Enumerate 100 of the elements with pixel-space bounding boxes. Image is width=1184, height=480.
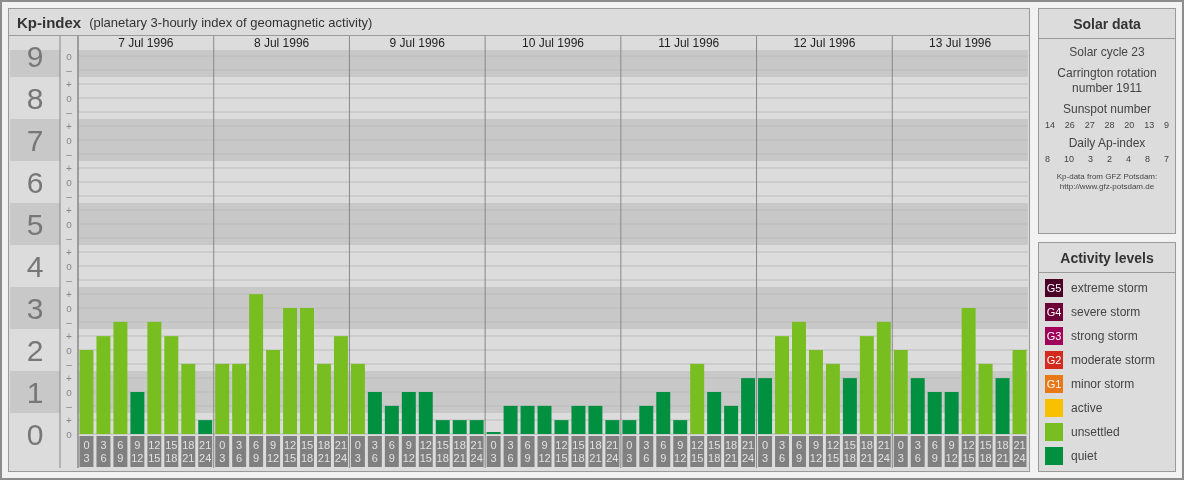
x-tick-label: 0 3 bbox=[490, 439, 497, 464]
hour-label: 9 12 bbox=[944, 436, 959, 467]
hour-label: 0 3 bbox=[622, 436, 637, 467]
y-tick-label: 8 bbox=[26, 82, 44, 115]
minor-tick-label: – bbox=[66, 190, 72, 202]
minor-tick-label: + bbox=[66, 78, 72, 90]
hour-label: 12 15 bbox=[554, 436, 569, 467]
hour-label: 0 3 bbox=[79, 436, 94, 467]
panel-title: Kp-index bbox=[17, 13, 82, 31]
sunspot-value: 13 bbox=[1144, 120, 1155, 130]
date-label: 12 Jul 1996 bbox=[793, 36, 856, 50]
hour-label: 12 15 bbox=[961, 436, 976, 467]
minor-tick-label: o bbox=[66, 386, 72, 398]
date-label: 7 Jul 1996 bbox=[118, 36, 174, 50]
hour-label: 9 12 bbox=[401, 436, 416, 467]
x-tick-label: 6 9 bbox=[253, 439, 260, 464]
hour-label: 21 24 bbox=[876, 436, 891, 467]
hour-label: 3 6 bbox=[232, 436, 247, 467]
minor-tick-label: – bbox=[66, 106, 72, 118]
hour-label: 0 3 bbox=[486, 436, 501, 467]
hour-label: 9 12 bbox=[266, 436, 281, 467]
hour-label: 3 6 bbox=[367, 436, 382, 467]
hour-label: 12 15 bbox=[690, 436, 705, 467]
hour-label: 0 3 bbox=[758, 436, 773, 467]
scale-stripe bbox=[10, 287, 60, 329]
hour-label: 15 18 bbox=[707, 436, 722, 467]
minor-tick-label: + bbox=[66, 120, 72, 132]
x-tick-label: 3 6 bbox=[371, 439, 378, 464]
y-tick-label: 2 bbox=[26, 334, 44, 367]
minor-tick-label: o bbox=[66, 302, 72, 314]
minor-tick-label: + bbox=[66, 162, 72, 174]
hour-label: 21 24 bbox=[741, 436, 756, 467]
hour-label: 9 12 bbox=[537, 436, 552, 467]
y-tick-label: 1 bbox=[26, 376, 44, 409]
x-tick-label: 6 9 bbox=[660, 439, 667, 464]
x-tick-label: 0 3 bbox=[83, 439, 90, 464]
hour-label: 12 15 bbox=[418, 436, 433, 467]
hour-label: 15 18 bbox=[842, 436, 857, 467]
hour-label: 18 21 bbox=[317, 436, 331, 467]
level-label: active bbox=[1071, 401, 1103, 415]
hour-label: 9 12 bbox=[673, 436, 688, 467]
ap-value: 7 bbox=[1163, 154, 1169, 164]
level-label: unsettled bbox=[1071, 425, 1120, 439]
hour-label: 3 6 bbox=[910, 436, 925, 467]
x-tick-label: 3 6 bbox=[100, 439, 107, 464]
minor-tick-label: – bbox=[66, 358, 72, 370]
x-tick-label: 3 6 bbox=[914, 439, 921, 464]
ap-value: 8 bbox=[1144, 154, 1150, 164]
x-tick-label: 0 3 bbox=[354, 439, 361, 464]
minor-tick-label: o bbox=[66, 176, 72, 188]
scale-stripe bbox=[10, 371, 60, 413]
y-tick-label: 4 bbox=[26, 250, 44, 283]
minor-tick-label: o bbox=[66, 344, 72, 356]
level-badge: G3 bbox=[1045, 327, 1063, 345]
minor-tick-label: o bbox=[66, 428, 72, 440]
minor-tick-label: + bbox=[66, 372, 72, 384]
hour-label: 9 12 bbox=[808, 436, 823, 467]
level-badge: G2 bbox=[1045, 351, 1063, 369]
hour-label: 21 24 bbox=[605, 436, 620, 467]
ap-value: 8 bbox=[1045, 154, 1050, 164]
level-badge: G1 bbox=[1045, 375, 1063, 393]
hour-label: 6 9 bbox=[384, 436, 399, 467]
minor-tick-label: – bbox=[66, 400, 72, 412]
level-label: moderate storm bbox=[1071, 353, 1156, 367]
hour-label: 6 9 bbox=[520, 436, 535, 467]
minor-tick-label: o bbox=[66, 134, 72, 146]
ap-value: 3 bbox=[1087, 154, 1093, 164]
minor-tick-label: + bbox=[66, 288, 72, 300]
hour-label: 6 9 bbox=[927, 436, 942, 467]
sunspot-label: Sunspot number bbox=[1062, 102, 1152, 117]
hour-label: 15 18 bbox=[300, 436, 314, 467]
hour-label: 15 18 bbox=[571, 436, 586, 467]
x-tick-label: 6 9 bbox=[524, 439, 531, 464]
hour-label: 18 21 bbox=[859, 436, 874, 467]
x-tick-label: 0 3 bbox=[761, 439, 769, 464]
minor-tick-label: o bbox=[66, 92, 72, 104]
hour-label: 15 18 bbox=[164, 436, 179, 467]
ap-value: 2 bbox=[1106, 154, 1112, 164]
hour-label: 6 9 bbox=[249, 436, 264, 467]
minor-tick-label: o bbox=[66, 50, 72, 62]
scale-stripe bbox=[10, 119, 60, 161]
sunspot-value: 28 bbox=[1104, 120, 1115, 130]
date-label: 10 Jul 1996 bbox=[521, 36, 585, 50]
hour-label: 21 24 bbox=[333, 436, 348, 467]
date-label: 13 Jul 1996 bbox=[929, 36, 992, 50]
x-tick-label: 3 6 bbox=[507, 439, 514, 464]
hour-label: 12 15 bbox=[147, 436, 162, 467]
sunspot-value: 14 bbox=[1045, 120, 1055, 130]
sunspot-value: 26 bbox=[1064, 120, 1075, 130]
sunspot-value: 9 bbox=[1163, 120, 1169, 130]
x-tick-label: 6 9 bbox=[117, 439, 124, 464]
minor-tick-label: – bbox=[66, 148, 72, 160]
solar-cycle: Solar cycle 23 bbox=[1069, 45, 1145, 60]
hour-label: 3 6 bbox=[639, 436, 654, 467]
hour-label: 3 6 bbox=[503, 436, 518, 467]
hour-label: 21 24 bbox=[198, 436, 213, 467]
source-url: http://www.gfz-potsdam.de bbox=[1059, 182, 1155, 192]
minor-tick-label: + bbox=[66, 204, 72, 216]
sunspot-value: 27 bbox=[1084, 120, 1095, 130]
ap-value: 4 bbox=[1125, 154, 1131, 164]
